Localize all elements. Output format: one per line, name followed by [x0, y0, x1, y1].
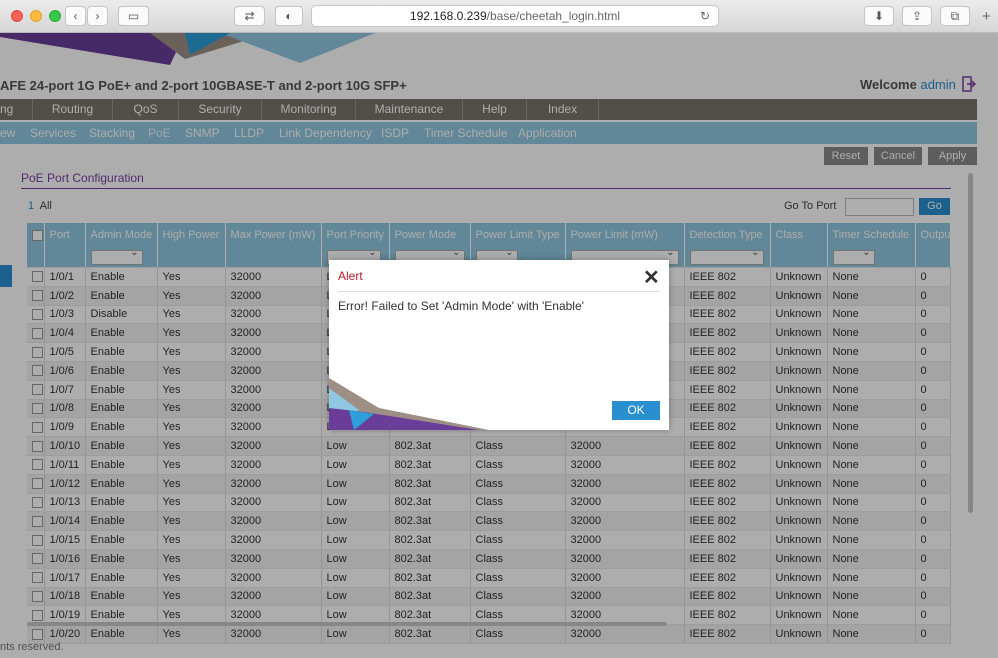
dialog-divider	[338, 291, 660, 292]
alert-dialog: Alert ✕ Error! Failed to Set 'Admin Mode…	[329, 260, 669, 430]
close-icon[interactable]: ✕	[643, 265, 660, 290]
dialog-title: Alert	[338, 269, 363, 283]
address-bar[interactable]: 192.168.0.239/base/cheetah_login.html ↻	[311, 5, 719, 27]
downloads-button[interactable]: ⬇	[864, 6, 894, 26]
new-tab-icon[interactable]: +	[982, 8, 991, 25]
share-button[interactable]: ⇪	[902, 6, 932, 26]
back-button[interactable]: ‹	[65, 6, 86, 26]
zoom-window-button[interactable]	[49, 10, 61, 22]
dialog-decoration	[329, 378, 489, 430]
browser-toolbar: ‹ › ▭ ⇄ ◐ 192.168.0.239/base/cheetah_log…	[0, 0, 998, 33]
forward-button[interactable]: ›	[87, 6, 108, 26]
tabs-button[interactable]: ⧉	[940, 6, 970, 26]
sidebar-icon: ▭	[127, 9, 140, 23]
close-window-button[interactable]	[11, 10, 23, 22]
chevron-right-icon: ›	[95, 9, 100, 23]
url-path: /base/cheetah_login.html	[486, 9, 621, 23]
share-icon: ⇪	[911, 9, 923, 23]
tabs-icon: ⧉	[950, 8, 960, 23]
reload-icon[interactable]: ↻	[700, 6, 710, 26]
extension-icon: ⇄	[244, 9, 255, 23]
extension-button[interactable]: ⇄	[234, 6, 265, 26]
dialog-message: Error! Failed to Set 'Admin Mode' with '…	[338, 299, 584, 313]
privacy-button[interactable]: ◐	[275, 6, 303, 26]
shield-icon: ◐	[285, 9, 293, 23]
minimize-window-button[interactable]	[30, 10, 42, 22]
chevron-left-icon: ‹	[73, 9, 78, 23]
download-icon: ⬇	[873, 9, 885, 23]
url-host: 192.168.0.239	[409, 9, 487, 23]
ok-button[interactable]: OK	[612, 401, 660, 420]
sidebar-button[interactable]: ▭	[118, 6, 149, 26]
